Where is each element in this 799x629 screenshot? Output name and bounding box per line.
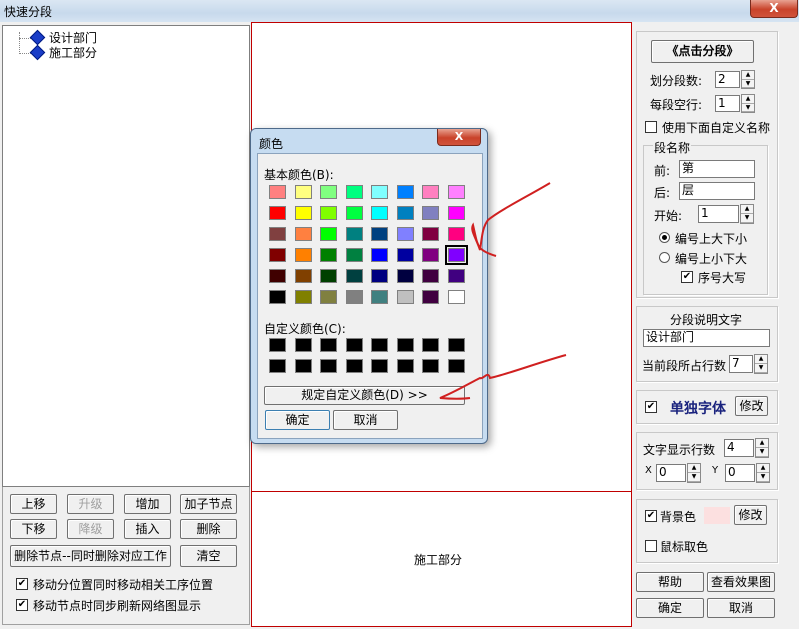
annotation-stroke-1 xyxy=(471,182,551,257)
annotation-stroke-2 xyxy=(439,354,567,400)
annotation-strokes xyxy=(439,182,567,400)
